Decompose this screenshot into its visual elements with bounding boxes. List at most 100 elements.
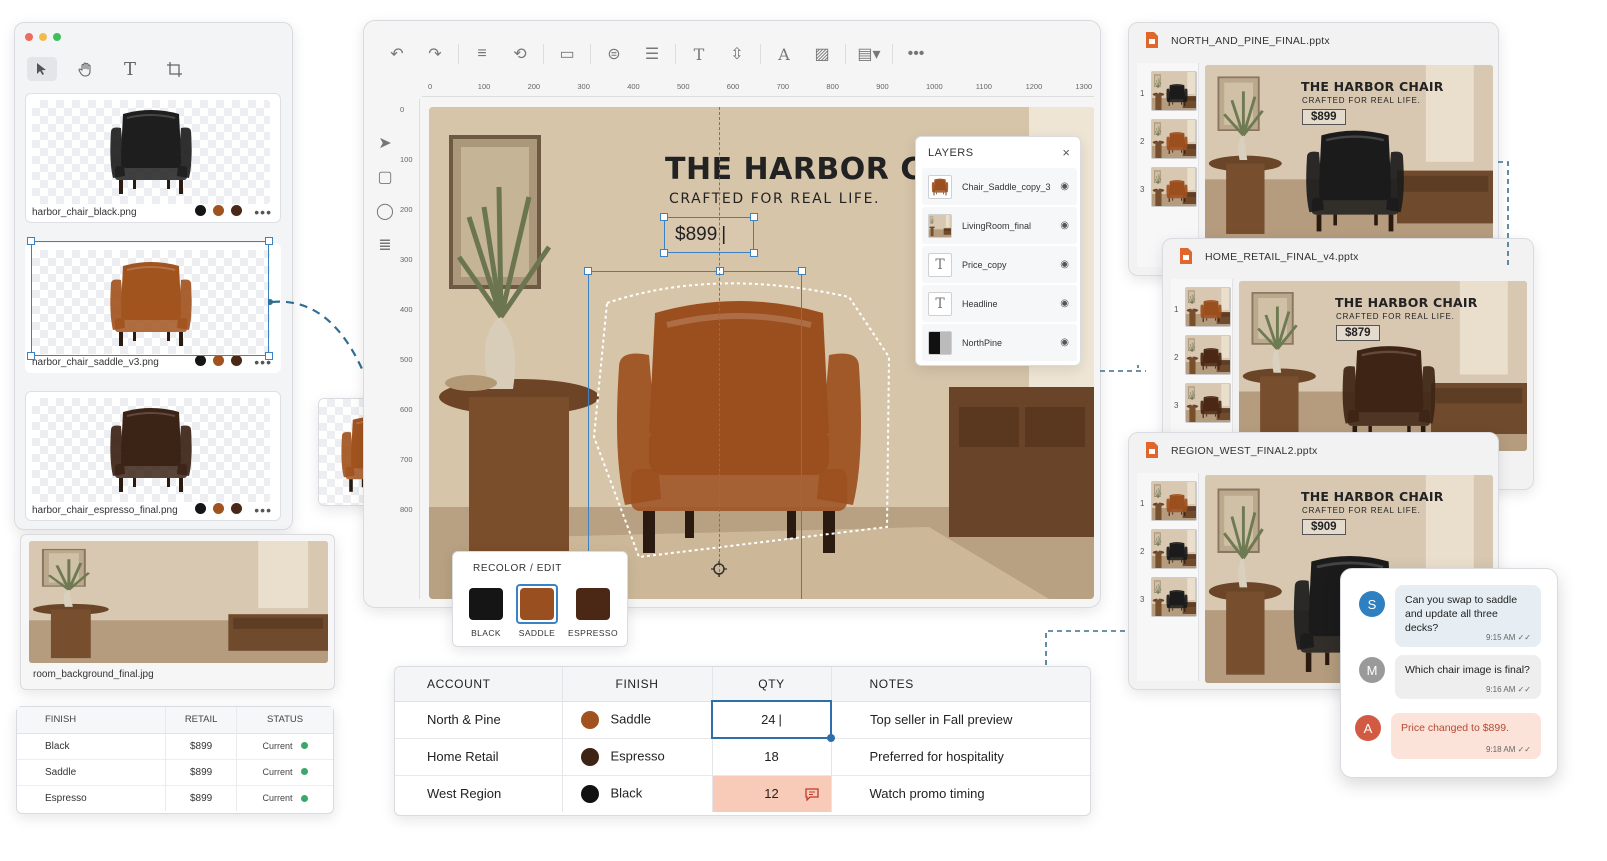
- account-cell[interactable]: Home Retail: [395, 737, 562, 775]
- avatar[interactable]: S: [1359, 591, 1385, 617]
- crop-tool-icon[interactable]: [159, 57, 189, 81]
- minimize-dot[interactable]: [39, 33, 47, 41]
- layer-row[interactable]: T Headline ◉: [922, 285, 1077, 322]
- swatch-black[interactable]: [195, 205, 206, 216]
- distribute-icon[interactable]: ☰: [633, 41, 671, 67]
- slide-thumbnail[interactable]: [1151, 577, 1197, 617]
- maximize-dot[interactable]: [53, 33, 61, 41]
- swatch-saddle[interactable]: [213, 205, 224, 216]
- swatch-black[interactable]: [469, 588, 503, 620]
- align-center-icon[interactable]: ⊜: [595, 41, 633, 67]
- account-cell[interactable]: North & Pine: [395, 700, 562, 738]
- slide-thumbnail[interactable]: [1151, 167, 1197, 207]
- swatch-saddle[interactable]: [213, 503, 224, 514]
- resize-handle[interactable]: [798, 267, 806, 275]
- close-dot[interactable]: [25, 33, 33, 41]
- close-icon[interactable]: ×: [1062, 145, 1070, 160]
- qty-cell[interactable]: 18: [711, 737, 831, 775]
- qty-cell-flagged[interactable]: 12: [711, 774, 831, 812]
- resize-handle[interactable]: [750, 249, 758, 257]
- align-left-icon[interactable]: ≡: [463, 41, 501, 67]
- font-icon[interactable]: A: [765, 41, 803, 67]
- asset-card[interactable]: harbor_chair_black.png •••: [25, 93, 281, 223]
- eye-icon[interactable]: ◉: [1060, 298, 1069, 309]
- redo-icon[interactable]: ↷: [416, 41, 454, 67]
- slide-preview[interactable]: THE HARBOR CHAIR CRAFTED FOR REAL LIFE. …: [1239, 281, 1527, 451]
- price-text-box[interactable]: $899 |: [664, 217, 754, 253]
- rotate-icon[interactable]: ⟲: [501, 41, 539, 67]
- slide-thumbnail[interactable]: [1185, 287, 1231, 327]
- notes-cell[interactable]: Preferred for hospitality: [830, 737, 1090, 775]
- text-icon[interactable]: T: [680, 41, 718, 67]
- text-tool-icon[interactable]: T: [115, 57, 145, 81]
- layer-name: Chair_Saddle_copy_3: [962, 181, 1051, 192]
- more-icon[interactable]: •••: [254, 502, 272, 518]
- asset-card[interactable]: harbor_chair_espresso_final.png •••: [25, 391, 281, 521]
- swatch-espresso[interactable]: [576, 588, 610, 620]
- finish-cell[interactable]: Espresso: [561, 737, 712, 775]
- slide-thumbnail[interactable]: [1151, 71, 1197, 111]
- swatch-saddle[interactable]: [520, 588, 554, 620]
- swatch-black[interactable]: [195, 503, 206, 514]
- more-icon[interactable]: •••: [254, 204, 272, 220]
- qty-cell-editing[interactable]: 24 |: [711, 700, 835, 742]
- select-tool-icon[interactable]: [27, 57, 57, 81]
- deck-filename: NORTH_AND_PINE_FINAL.pptx: [1171, 35, 1330, 47]
- status-dot: [300, 742, 308, 750]
- resize-handle[interactable]: [265, 237, 273, 245]
- comment-icon[interactable]: [804, 787, 819, 801]
- more-options-icon[interactable]: •••: [897, 41, 935, 67]
- slide-thumbnail[interactable]: [1151, 119, 1197, 159]
- layer-row[interactable]: T Price_copy ◉: [922, 246, 1077, 283]
- slide-thumbnail[interactable]: [1185, 383, 1231, 423]
- slide-preview[interactable]: THE HARBOR CHAIR CRAFTED FOR REAL LIFE. …: [1205, 65, 1493, 241]
- avatar[interactable]: M: [1359, 657, 1385, 683]
- qty-value[interactable]: 24: [761, 712, 775, 727]
- avatar[interactable]: A: [1355, 715, 1381, 741]
- undo-icon[interactable]: ↶: [378, 41, 416, 67]
- rectangle-icon[interactable]: ▢: [377, 167, 392, 187]
- swatch-black[interactable]: [195, 355, 206, 366]
- resize-handle[interactable]: [27, 352, 35, 360]
- line-spacing-icon[interactable]: ⇳: [718, 41, 756, 67]
- eye-icon[interactable]: ◉: [1060, 220, 1069, 231]
- layer-row[interactable]: Chair_Saddle_copy_3 ◉: [922, 168, 1077, 205]
- resize-handle[interactable]: [716, 267, 724, 275]
- swatch-saddle[interactable]: [213, 355, 224, 366]
- slide-subhead[interactable]: CRAFTED FOR REAL LIFE.: [669, 191, 880, 207]
- slide-thumbnail[interactable]: [1151, 529, 1197, 569]
- resize-handle[interactable]: [584, 267, 592, 275]
- layer-row[interactable]: NorthPine ◉: [922, 324, 1077, 361]
- notes-cell[interactable]: Top seller in Fall preview: [830, 700, 1090, 738]
- layout-dropdown-icon[interactable]: ▤▾: [850, 41, 888, 67]
- finish-cell[interactable]: Black: [561, 774, 712, 812]
- swatch-espresso[interactable]: [231, 355, 242, 366]
- slide-thumbnail[interactable]: [1151, 481, 1197, 521]
- background-asset-card[interactable]: room_background_final.jpg: [20, 534, 335, 690]
- slide-subtitle: CRAFTED FOR REAL LIFE.: [1336, 312, 1455, 321]
- frame-icon[interactable]: ▭: [548, 41, 586, 67]
- finish-cell[interactable]: Saddle: [561, 700, 712, 738]
- resize-handle[interactable]: [27, 237, 35, 245]
- swatch-espresso[interactable]: [231, 205, 242, 216]
- eye-icon[interactable]: ◉: [1060, 337, 1069, 348]
- ellipse-icon[interactable]: ◯: [376, 201, 394, 221]
- rotate-handle-icon[interactable]: [711, 561, 727, 577]
- eye-icon[interactable]: ◉: [1060, 259, 1069, 270]
- resize-handle[interactable]: [750, 213, 758, 221]
- swatch-espresso[interactable]: [231, 503, 242, 514]
- resize-handle[interactable]: [660, 213, 668, 221]
- pointer-icon[interactable]: ➤: [378, 133, 391, 153]
- notes-cell[interactable]: Watch promo timing: [830, 774, 1090, 812]
- table-row: Home Retail Espresso 18 Preferred for ho…: [395, 737, 1090, 775]
- layer-row[interactable]: LivingRoom_final ◉: [922, 207, 1077, 244]
- account-cell[interactable]: West Region: [395, 774, 562, 812]
- text-lines-icon[interactable]: ≣: [378, 235, 391, 255]
- fill-handle[interactable]: [827, 734, 835, 742]
- resize-handle[interactable]: [660, 249, 668, 257]
- image-icon[interactable]: ▨: [803, 41, 841, 67]
- slide-thumbnail[interactable]: [1185, 335, 1231, 375]
- eye-icon[interactable]: ◉: [1060, 181, 1069, 192]
- price-text[interactable]: $899: [675, 224, 717, 246]
- hand-tool-icon[interactable]: [71, 57, 101, 81]
